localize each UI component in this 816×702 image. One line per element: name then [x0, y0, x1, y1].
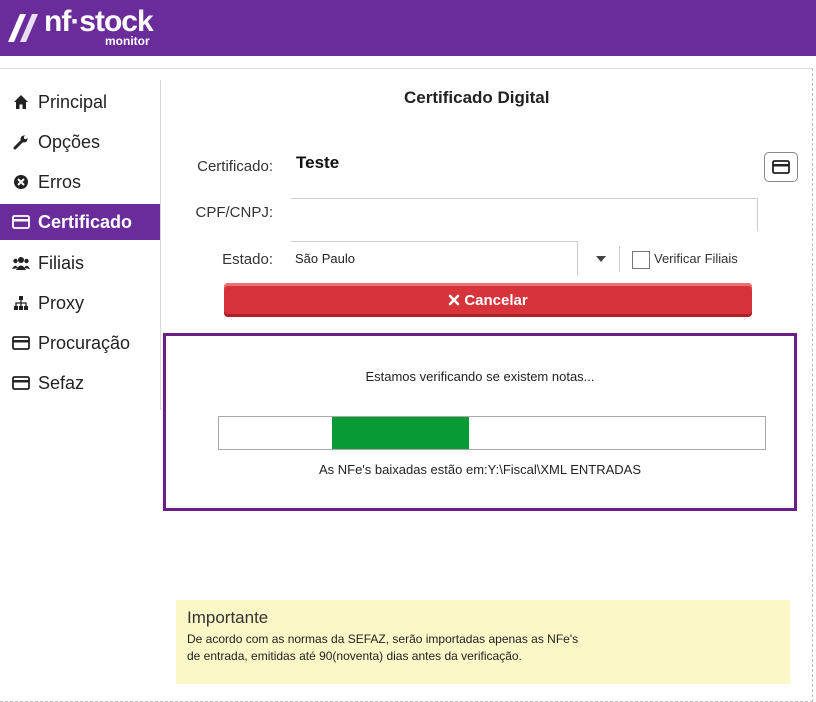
- nfstock-logo-icon: [8, 14, 38, 42]
- sidebar-item-sefaz[interactable]: Sefaz: [0, 365, 160, 401]
- cancel-button-label: Cancelar: [464, 291, 528, 309]
- sidebar-item-opcoes[interactable]: Opções: [0, 124, 160, 160]
- verificar-filiais-checkbox[interactable]: [632, 251, 650, 269]
- credit-card-icon: [12, 334, 30, 352]
- chevron-down-icon: [596, 256, 606, 262]
- brand-subtitle: monitor: [105, 34, 150, 48]
- status-message: Estamos verificando se existem notas...: [365, 369, 595, 384]
- sidebar-item-label: Opções: [38, 131, 101, 152]
- certificado-value: Teste: [296, 153, 340, 172]
- sitemap-icon: [12, 294, 30, 312]
- note-title: Importante: [187, 608, 269, 627]
- sidebar-item-proxy[interactable]: Proxy: [0, 285, 160, 321]
- estado-value: São Paulo: [295, 251, 355, 266]
- wrench-icon: [12, 133, 30, 151]
- users-icon: [12, 254, 30, 272]
- certificado-label: Certificado:: [197, 158, 273, 175]
- sidebar-item-principal[interactable]: Principal: [0, 84, 160, 120]
- progress-panel: Estamos verificando se existem notas... …: [163, 333, 797, 511]
- cpf-cnpj-field[interactable]: [291, 198, 758, 231]
- sidebar-item-label: Proxy: [38, 292, 85, 313]
- credit-card-icon: [12, 213, 30, 231]
- close-icon: [449, 294, 460, 306]
- sidebar-item-label: Certificado: [38, 211, 133, 232]
- sidebar-item-label: Procuração: [38, 332, 131, 353]
- sidebar-item-certificado[interactable]: Certificado: [0, 204, 160, 240]
- sidebar-item-label: Erros: [38, 171, 82, 192]
- home-icon: [12, 93, 30, 111]
- sidebar-item-label: Filiais: [38, 252, 85, 273]
- progress-bar: [218, 416, 766, 450]
- sidebar-item-label: Principal: [38, 91, 108, 112]
- page-title: Certificado Digital: [404, 88, 550, 107]
- select-certificate-button[interactable]: [764, 152, 798, 182]
- cancel-button[interactable]: Cancelar: [224, 283, 752, 317]
- estado-label: Estado:: [222, 251, 273, 268]
- estado-select[interactable]: São Paulo: [291, 241, 613, 277]
- note-line-1: De acordo com as normas da SEFAZ, serão …: [187, 632, 579, 646]
- important-note: Importante De acordo com as normas da SE…: [176, 600, 790, 684]
- note-line-2: de entrada, emitidas até 90(noventa) dia…: [187, 649, 522, 663]
- sidebar-item-filiais[interactable]: Filiais: [0, 245, 160, 281]
- verificar-filiais-label: Verificar Filiais: [654, 251, 738, 266]
- sidebar-item-label: Sefaz: [38, 372, 85, 393]
- cpf-cnpj-label: CPF/CNPJ:: [195, 204, 273, 221]
- progress-bar-fill: [332, 417, 469, 449]
- error-circle-icon: [12, 173, 30, 191]
- sidebar-item-procuracao[interactable]: Procuração: [0, 325, 160, 361]
- credit-card-icon: [772, 160, 790, 174]
- app-logo: nf·stock monitor: [6, 5, 156, 50]
- download-path-message: As NFe's baixadas estão em:Y:\Fiscal\XML…: [318, 462, 642, 477]
- app-header: nf·stock monitor: [0, 0, 816, 56]
- sidebar: Principal Opções Erros Certificado Filia…: [0, 80, 161, 410]
- divider: [619, 246, 620, 272]
- sidebar-item-erros[interactable]: Erros: [0, 164, 160, 200]
- credit-card-icon: [12, 374, 30, 392]
